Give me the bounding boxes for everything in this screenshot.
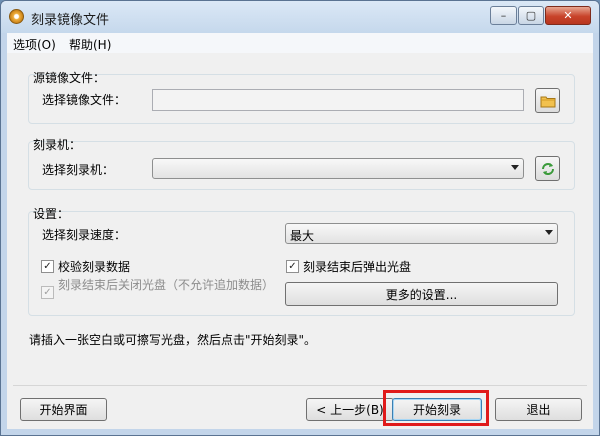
refresh-icon <box>541 162 554 175</box>
dialog-body: 源镜像文件： 选择镜像文件： 刻录机： 选择刻录机： 设置： 选择刻录速度： 最… <box>7 53 593 429</box>
close-button[interactable]: ✕ <box>545 6 591 25</box>
home-screen-button[interactable]: 开始界面 <box>20 398 107 421</box>
chevron-down-icon <box>511 165 519 170</box>
window-title: 刻录镜像文件 <box>31 13 110 28</box>
verify-checkbox[interactable]: ✓ <box>41 260 54 273</box>
close-disc-checkbox: ✓ <box>41 286 54 299</box>
minimize-button[interactable]: – <box>490 6 517 25</box>
browse-button[interactable] <box>535 88 560 113</box>
maximize-icon: ▢ <box>525 9 537 22</box>
verify-label: 校验刻录数据 <box>58 260 131 274</box>
more-settings-button[interactable]: 更多的设置... <box>285 282 558 306</box>
eject-label: 刻录结束后弹出光盘 <box>303 260 412 274</box>
instruction-text: 请插入一张空白或可擦写光盘，然后点击"开始刻录"。 <box>29 333 317 347</box>
speed-select[interactable]: 最大 <box>285 223 558 244</box>
burner-label: 选择刻录机： <box>42 163 115 177</box>
refresh-button[interactable] <box>535 156 560 181</box>
burner-group-label: 刻录机： <box>33 138 82 152</box>
eject-checkbox[interactable]: ✓ <box>286 260 299 273</box>
burn-image-window: 刻录镜像文件 – ▢ ✕ 选项(O) 帮助(H) 源镜像文件： 选择镜像文件： … <box>0 0 600 436</box>
minimize-icon: – <box>500 9 507 22</box>
maximize-button[interactable]: ▢ <box>518 6 544 25</box>
disc-app-icon <box>9 9 24 24</box>
folder-icon <box>540 96 555 107</box>
title-bar: 刻录镜像文件 – ▢ ✕ <box>1 1 599 33</box>
speed-label: 选择刻录速度： <box>42 228 127 242</box>
speed-select-value: 最大 <box>290 229 315 243</box>
menu-help[interactable]: 帮助(H) <box>69 36 111 53</box>
close-icon: ✕ <box>563 9 573 22</box>
image-file-label: 选择镜像文件： <box>42 93 127 107</box>
close-disc-label: 刻录结束后关闭光盘（不允许追加数据） <box>58 278 275 292</box>
menu-bar: 选项(O) 帮助(H) <box>7 33 593 54</box>
image-file-input[interactable] <box>152 89 524 111</box>
settings-group-label: 设置： <box>33 207 70 221</box>
exit-button[interactable]: 退出 <box>495 398 582 421</box>
chevron-down-icon <box>545 230 553 235</box>
burner-select[interactable] <box>152 158 524 179</box>
back-button[interactable]: < 上一步(B) <box>306 398 394 421</box>
start-burn-highlight-box <box>383 390 489 426</box>
button-divider <box>13 385 587 386</box>
source-group-label: 源镜像文件： <box>33 71 106 85</box>
menu-options[interactable]: 选项(O) <box>13 36 56 53</box>
